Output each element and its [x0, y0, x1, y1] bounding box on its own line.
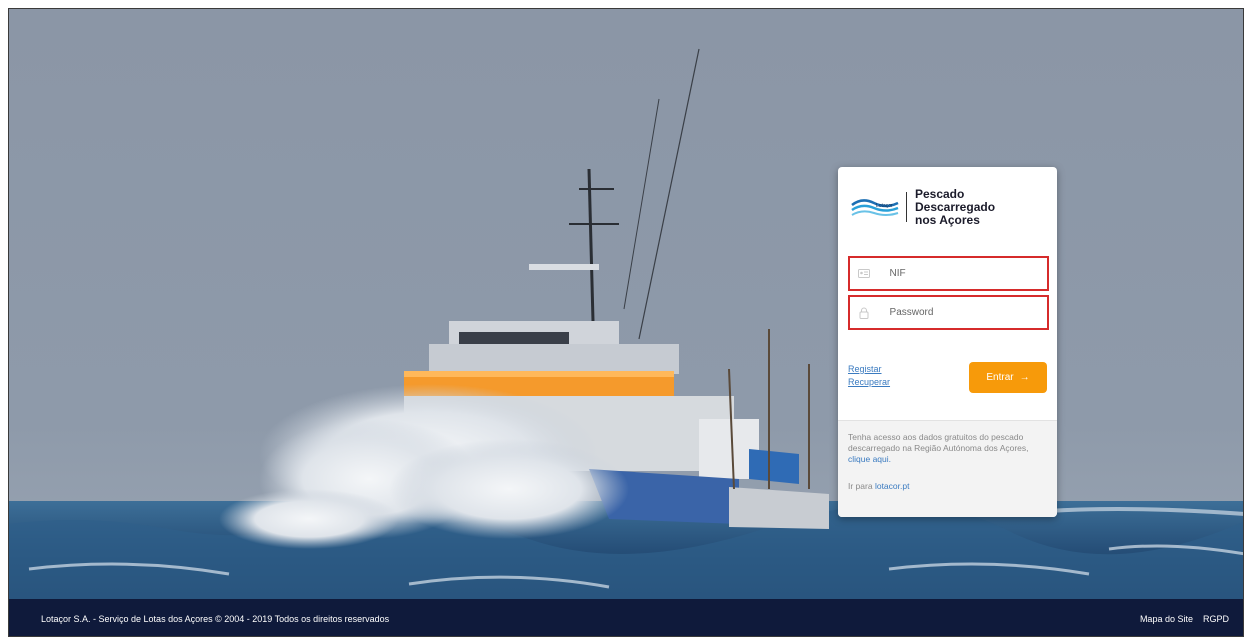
recover-link[interactable]: Recuperar — [848, 376, 890, 389]
rgpd-link[interactable]: RGPD — [1203, 614, 1229, 624]
arrow-right-icon: → — [1019, 372, 1030, 383]
id-card-icon — [850, 269, 878, 278]
info-link[interactable]: clique aqui. — [848, 454, 891, 464]
info-text-block: Tenha acesso aos dados gratuitos do pesc… — [848, 432, 1047, 465]
goto-prefix: Ir para — [848, 481, 873, 491]
password-input[interactable] — [889, 307, 1047, 318]
background-photo — [9, 9, 1243, 599]
copyright-text: Lotaçor S.A. - Serviço de Lotas dos Açor… — [41, 613, 390, 624]
card-title: Pescado Descarregado nos Açores — [914, 186, 1045, 227]
goto-site-link[interactable]: lotacor.pt — [875, 481, 910, 491]
page-frame: Lotaçor Pescado Descarregado nos Açores — [8, 8, 1244, 637]
card-header: Lotaçor Pescado Descarregado nos Açores — [838, 167, 1057, 247]
lock-icon — [850, 307, 878, 319]
card-title-line2: nos Açores — [914, 212, 980, 227]
footer-links: Mapa do Site RGPD — [1140, 614, 1229, 624]
lotacor-logo: Lotaçor — [850, 193, 900, 221]
svg-text:Lotaçor: Lotaçor — [876, 203, 893, 209]
enter-button-label: Entrar — [986, 372, 1014, 383]
sitemap-link[interactable]: Mapa do Site — [1140, 614, 1193, 624]
login-card: Lotaçor Pescado Descarregado nos Açores — [838, 167, 1057, 517]
footer: Lotaçor S.A. - Serviço de Lotas dos Açor… — [9, 599, 1243, 636]
password-field[interactable] — [848, 295, 1049, 330]
info-panel: Tenha acesso aos dados gratuitos do pesc… — [838, 420, 1057, 517]
header-divider — [906, 192, 907, 222]
nif-input[interactable] — [889, 268, 1047, 279]
card-title-line1: Pescado Descarregado — [914, 186, 996, 214]
account-links: Registar Recuperar — [848, 363, 890, 389]
nif-field[interactable] — [848, 256, 1049, 291]
info-text: Tenha acesso aos dados gratuitos do pesc… — [848, 432, 1029, 453]
enter-button[interactable]: Entrar → — [969, 362, 1047, 393]
goto-line: Ir para lotacor.pt — [848, 481, 1047, 492]
register-link[interactable]: Registar — [848, 363, 890, 376]
